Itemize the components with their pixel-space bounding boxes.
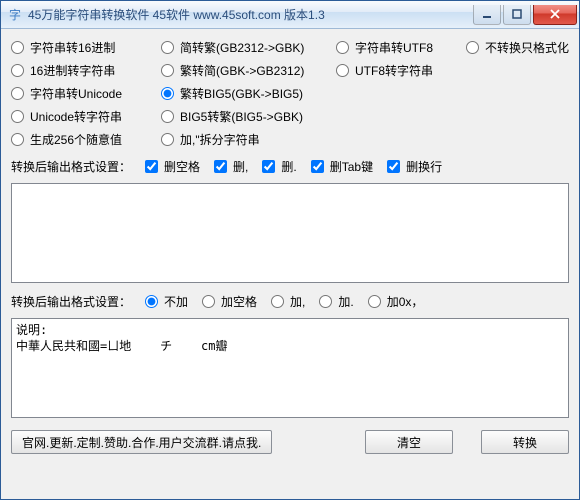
mode-radio-input[interactable] [11,41,24,54]
trim-checkbox-input[interactable] [262,160,275,173]
sep-radio-input[interactable] [368,295,381,308]
sep-radio-input[interactable] [319,295,332,308]
mode-radio[interactable]: 字符串转Unicode [11,85,161,102]
mode-radio-label: 字符串转UTF8 [355,39,433,56]
trim-checkbox-label: 删. [281,158,296,175]
conversion-mode-group: 字符串转16进制 简转繁(GB2312->GBK) 字符串转UTF8 不转换只格式化 1… [11,39,569,148]
trim-checkbox[interactable]: 删换行 [387,158,442,175]
trim-checkbox-label: 删空格 [164,158,200,175]
sep-label: 转换后输出格式设置： [11,293,131,310]
mode-radio[interactable]: 不转换只格式化 [466,39,569,56]
trim-checkbox[interactable]: 删. [262,158,296,175]
sep-radio-input[interactable] [271,295,284,308]
sep-radio-label: 加0x， [387,293,424,310]
mode-radio-label: Unicode转字符串 [30,108,122,125]
sep-radio-input[interactable] [202,295,215,308]
mode-radio-label: 繁转BIG5(GBK->BIG5) [180,85,303,102]
sep-radio-label: 加空格 [221,293,257,310]
trim-checkbox-input[interactable] [214,160,227,173]
mode-radio-input[interactable] [11,87,24,100]
trim-options-row: 转换后输出格式设置： 删空格 删, 删. 删Tab键 删换行 [11,154,569,177]
trim-checkbox-input[interactable] [145,160,158,173]
mode-radio-input[interactable] [161,64,174,77]
maximize-button[interactable] [503,5,531,25]
sep-radio-label: 加. [338,293,353,310]
mode-radio[interactable]: UTF8转字符串 [336,62,466,79]
sep-radio[interactable]: 加. [319,293,353,310]
mode-radio-input[interactable] [466,41,479,54]
mode-radio[interactable]: 繁转简(GBK->GB2312) [161,62,336,79]
minimize-button[interactable] [473,5,501,25]
mode-radio-input[interactable] [336,41,349,54]
trim-checkbox-label: 删, [233,158,248,175]
mode-radio-label: 生成256个随意值 [30,131,122,148]
sep-radio[interactable]: 加0x， [368,293,424,310]
mode-radio-label: 繁转简(GBK->GB2312) [180,62,304,79]
clear-button[interactable]: 清空 [365,430,453,454]
sep-radio[interactable]: 不加 [145,293,188,310]
separator-options: 不加 加空格 加, 加. 加0x， [145,293,423,310]
mode-radio-label: 16进制转字符串 [30,62,115,79]
trim-checkbox-label: 删换行 [406,158,442,175]
sep-radio-input[interactable] [145,295,158,308]
window-title: 45万能字符串转换软件 45软件 www.45soft.com 版本1.3 [28,6,471,23]
trim-checkbox-label: 删Tab键 [330,158,373,175]
mode-radio[interactable]: 字符串转UTF8 [336,39,466,56]
trim-checkbox[interactable]: 删空格 [145,158,200,175]
trim-options: 删空格 删, 删. 删Tab键 删换行 [145,158,442,175]
mode-radio-input[interactable] [161,41,174,54]
separator-options-row: 转换后输出格式设置： 不加 加空格 加, 加. 加0x， [11,289,569,312]
mode-radio-input[interactable] [11,64,24,77]
mode-radio-label: 字符串转16进制 [30,39,115,56]
button-row: 官网.更新.定制.赞助.合作.用户交流群.请点我. 清空 转换 [11,424,569,454]
mode-radio[interactable]: 繁转BIG5(GBK->BIG5) [161,85,336,102]
mode-radio-label: UTF8转字符串 [355,62,433,79]
client-area: 字符串转16进制 简转繁(GB2312->GBK) 字符串转UTF8 不转换只格式化 1… [1,29,579,499]
window-controls [471,5,577,25]
sep-radio-label: 加, [290,293,305,310]
svg-text:字: 字 [9,7,21,22]
mode-radio[interactable]: 加,"拆分字符串 [161,131,336,148]
trim-checkbox-input[interactable] [387,160,400,173]
official-link-button[interactable]: 官网.更新.定制.赞助.合作.用户交流群.请点我. [11,430,272,454]
convert-button[interactable]: 转换 [481,430,569,454]
trim-checkbox[interactable]: 删Tab键 [311,158,373,175]
output-textarea[interactable] [11,318,569,418]
app-icon: 字 [7,7,23,23]
close-button[interactable] [533,5,577,25]
mode-radio[interactable]: 16进制转字符串 [11,62,161,79]
mode-radio[interactable]: 生成256个随意值 [11,131,161,148]
mode-radio-label: 字符串转Unicode [30,85,122,102]
mode-radio-label: BIG5转繁(BIG5->GBK) [180,108,303,125]
mode-radio-input[interactable] [161,110,174,123]
sep-radio[interactable]: 加, [271,293,305,310]
mode-radio-input[interactable] [11,110,24,123]
mode-radio-input[interactable] [336,64,349,77]
app-window: 字 45万能字符串转换软件 45软件 www.45soft.com 版本1.3 … [0,0,580,500]
sep-radio-label: 不加 [164,293,188,310]
trim-checkbox[interactable]: 删, [214,158,248,175]
mode-radio-input[interactable] [11,133,24,146]
mode-radio-input[interactable] [161,133,174,146]
mode-radio-input[interactable] [161,87,174,100]
titlebar[interactable]: 字 45万能字符串转换软件 45软件 www.45soft.com 版本1.3 [1,1,579,29]
mode-radio[interactable]: BIG5转繁(BIG5->GBK) [161,108,336,125]
mode-radio-label: 不转换只格式化 [485,39,569,56]
trim-label: 转换后输出格式设置： [11,158,131,175]
mode-radio-label: 简转繁(GB2312->GBK) [180,39,304,56]
mode-radio[interactable]: Unicode转字符串 [11,108,161,125]
mode-radio-label: 加,"拆分字符串 [180,131,260,148]
sep-radio[interactable]: 加空格 [202,293,257,310]
input-textarea[interactable] [11,183,569,283]
mode-radio[interactable]: 字符串转16进制 [11,39,161,56]
trim-checkbox-input[interactable] [311,160,324,173]
mode-radio[interactable]: 简转繁(GB2312->GBK) [161,39,336,56]
